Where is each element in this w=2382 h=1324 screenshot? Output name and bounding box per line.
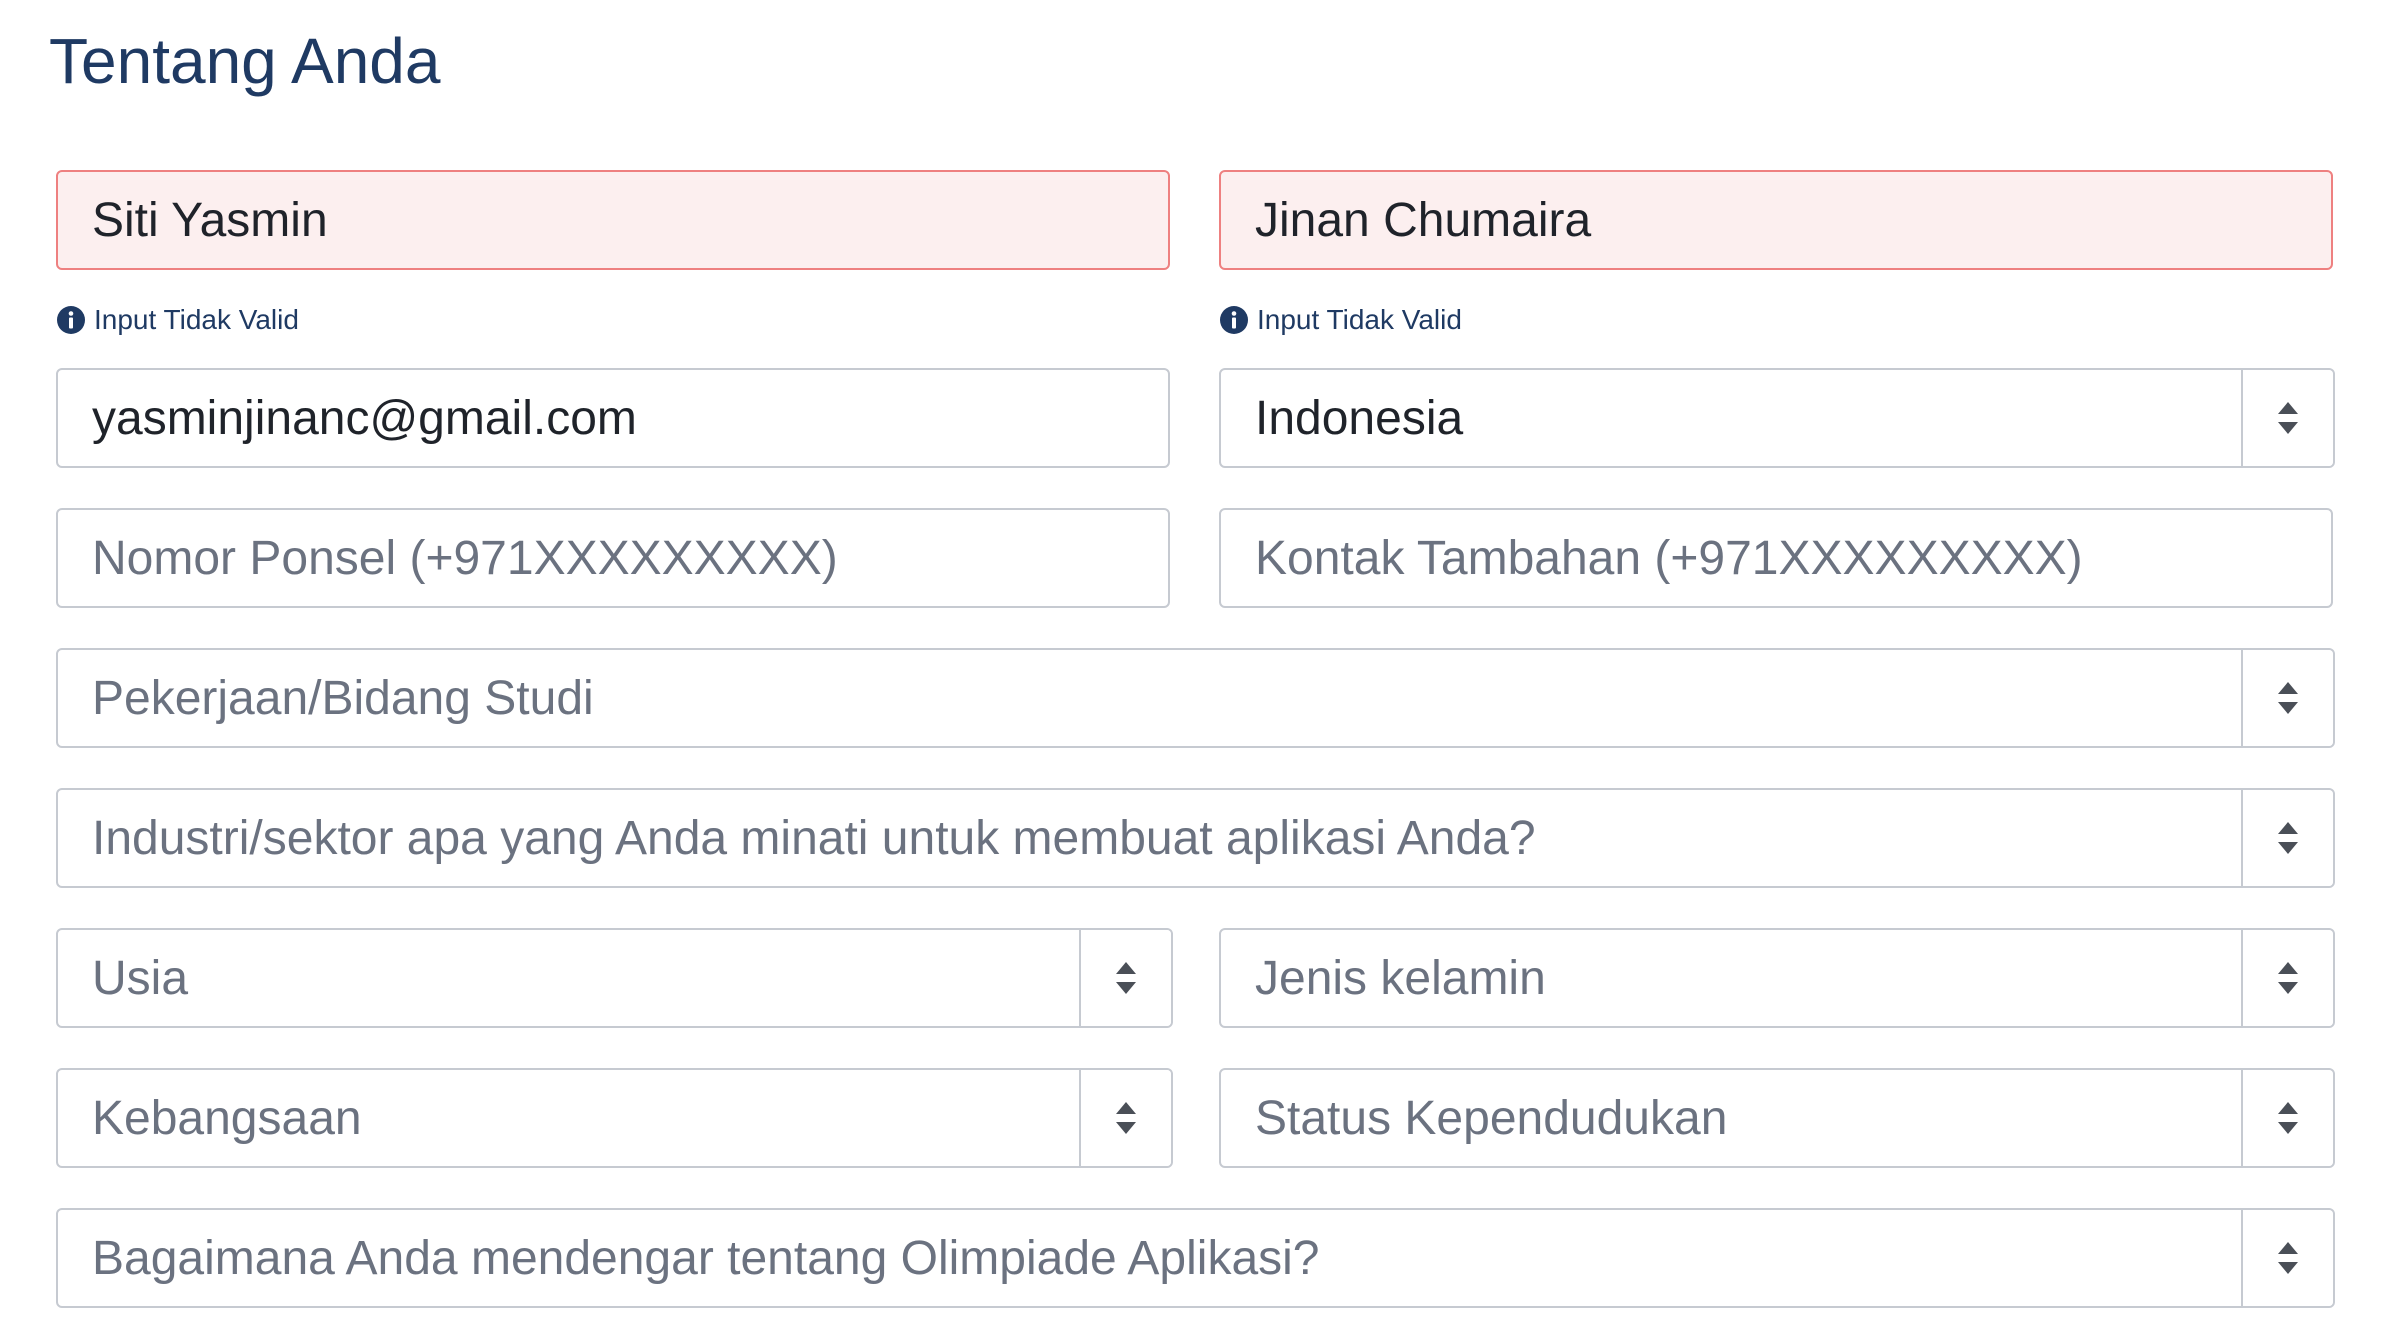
last-name-value: Jinan Chumaira bbox=[1255, 193, 1592, 247]
gender-placeholder: Jenis kelamin bbox=[1255, 951, 1546, 1005]
occupation-placeholder: Pekerjaan/Bidang Studi bbox=[92, 671, 594, 725]
industry-select[interactable]: Industri/sektor apa yang Anda minati unt… bbox=[56, 788, 2335, 888]
referral-source-select-toggle[interactable] bbox=[2241, 1210, 2333, 1306]
mobile-number-input[interactable]: Nomor Ponsel (+971XXXXXXXXX) bbox=[56, 508, 1170, 608]
last-name-input[interactable]: Jinan Chumaira bbox=[1219, 170, 2333, 270]
first-name-value: Siti Yasmin bbox=[92, 193, 328, 247]
industry-placeholder: Industri/sektor apa yang Anda minati unt… bbox=[92, 811, 1536, 865]
gender-select[interactable]: Jenis kelamin bbox=[1219, 928, 2335, 1028]
age-select[interactable]: Usia bbox=[56, 928, 1173, 1028]
sort-arrows-icon bbox=[2278, 962, 2298, 994]
referral-source-select[interactable]: Bagaimana Anda mendengar tentang Olimpia… bbox=[56, 1208, 2335, 1308]
first-name-error: Input Tidak Valid bbox=[56, 300, 299, 340]
info-circle-icon bbox=[57, 306, 85, 334]
first-name-error-text: Input Tidak Valid bbox=[94, 304, 299, 335]
sort-arrows-icon bbox=[2278, 1242, 2298, 1274]
residency-status-placeholder: Status Kependudukan bbox=[1255, 1091, 1728, 1145]
info-circle-icon bbox=[1220, 306, 1248, 334]
first-name-input[interactable]: Siti Yasmin bbox=[56, 170, 1170, 270]
residency-status-select-toggle[interactable] bbox=[2241, 1070, 2333, 1166]
country-value: Indonesia bbox=[1255, 391, 1464, 445]
additional-contact-input[interactable]: Kontak Tambahan (+971XXXXXXXXX) bbox=[1219, 508, 2333, 608]
sort-arrows-icon bbox=[2278, 1102, 2298, 1134]
sort-arrows-icon bbox=[2278, 822, 2298, 854]
page-title: Tentang Anda bbox=[49, 25, 441, 97]
nationality-select[interactable]: Kebangsaan bbox=[56, 1068, 1173, 1168]
last-name-error-text: Input Tidak Valid bbox=[1257, 304, 1462, 335]
additional-contact-placeholder: Kontak Tambahan (+971XXXXXXXXX) bbox=[1255, 531, 2083, 585]
occupation-select-toggle[interactable] bbox=[2241, 650, 2333, 746]
sort-arrows-icon bbox=[2278, 402, 2298, 434]
last-name-error: Input Tidak Valid bbox=[1219, 300, 1462, 340]
referral-source-placeholder: Bagaimana Anda mendengar tentang Olimpia… bbox=[92, 1231, 1320, 1285]
occupation-select[interactable]: Pekerjaan/Bidang Studi bbox=[56, 648, 2335, 748]
nationality-placeholder: Kebangsaan bbox=[92, 1091, 362, 1145]
gender-select-toggle[interactable] bbox=[2241, 930, 2333, 1026]
sort-arrows-icon bbox=[1116, 962, 1136, 994]
sort-arrows-icon bbox=[1116, 1102, 1136, 1134]
age-placeholder: Usia bbox=[92, 951, 189, 1005]
residency-status-select[interactable]: Status Kependudukan bbox=[1219, 1068, 2335, 1168]
email-input[interactable]: yasminjinanc@gmail.com bbox=[56, 368, 1170, 468]
country-select-toggle[interactable] bbox=[2241, 370, 2333, 466]
email-value: yasminjinanc@gmail.com bbox=[92, 391, 637, 445]
nationality-select-toggle[interactable] bbox=[1079, 1070, 1171, 1166]
industry-select-toggle[interactable] bbox=[2241, 790, 2333, 886]
country-select[interactable]: Indonesia bbox=[1219, 368, 2335, 468]
mobile-number-placeholder: Nomor Ponsel (+971XXXXXXXXX) bbox=[92, 531, 838, 585]
sort-arrows-icon bbox=[2278, 682, 2298, 714]
age-select-toggle[interactable] bbox=[1079, 930, 1171, 1026]
